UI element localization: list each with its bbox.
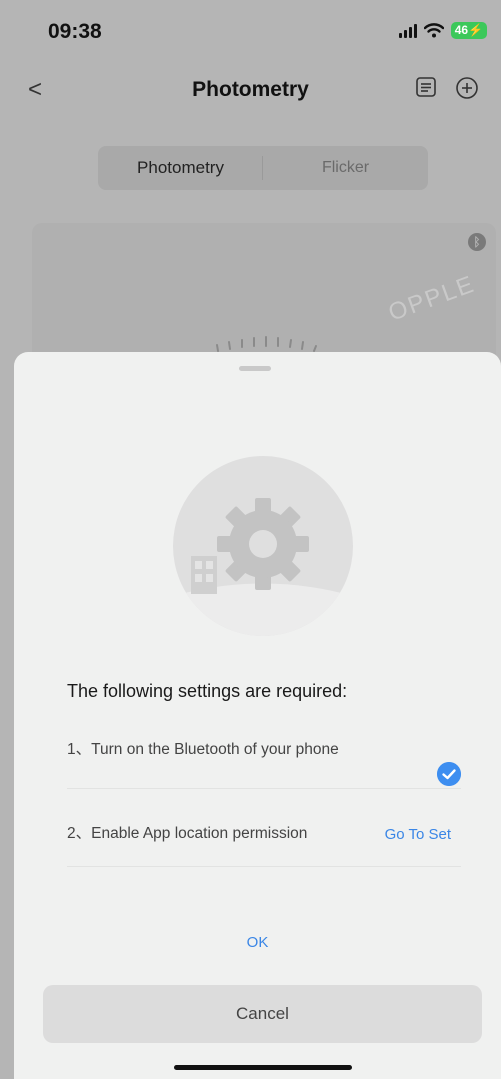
wifi-icon — [423, 23, 444, 38]
document-icon[interactable] — [415, 76, 437, 98]
mode-segmented-control: Photometry Flicker — [98, 146, 428, 190]
requirement-bluetooth-label: 1、Turn on the Bluetooth of your phone — [67, 741, 339, 758]
status-bar: 09:38 46⚡ — [0, 0, 501, 60]
battery-icon: 46⚡ — [450, 22, 487, 39]
tab-flicker[interactable]: Flicker — [263, 146, 428, 190]
requirements-title: The following settings are required: — [67, 681, 348, 701]
home-indicator — [174, 1065, 352, 1070]
requirement-bluetooth: 1、Turn on the Bluetooth of your phone — [67, 738, 461, 789]
signal-icon — [398, 23, 417, 38]
battery-level: 46 — [454, 23, 469, 37]
ok-button[interactable]: OK — [14, 934, 501, 951]
requirement-location: 2、Enable App location permission Go To S… — [67, 822, 461, 867]
cancel-button[interactable]: Cancel — [43, 985, 482, 1043]
gauge-ticks-icon — [216, 336, 317, 352]
gear-icon — [173, 498, 353, 636]
status-time: 09:38 — [48, 20, 102, 43]
sheet-drag-handle[interactable] — [239, 366, 271, 371]
segment-divider — [262, 156, 263, 180]
checkmark-icon — [437, 762, 461, 786]
settings-illustration — [173, 456, 353, 636]
brand-logo: OPPLE — [384, 270, 479, 327]
status-icons: 46⚡ — [398, 22, 487, 39]
settings-bottom-sheet: The following settings are required: 1、T… — [14, 352, 501, 1079]
go-to-set-link[interactable]: Go To Set — [385, 826, 451, 843]
nav-bar: < Photometry — [0, 64, 501, 114]
plus-circle-icon[interactable] — [455, 76, 479, 100]
bluetooth-icon: ᛒ — [468, 233, 486, 251]
tab-photometry[interactable]: Photometry — [98, 146, 263, 190]
